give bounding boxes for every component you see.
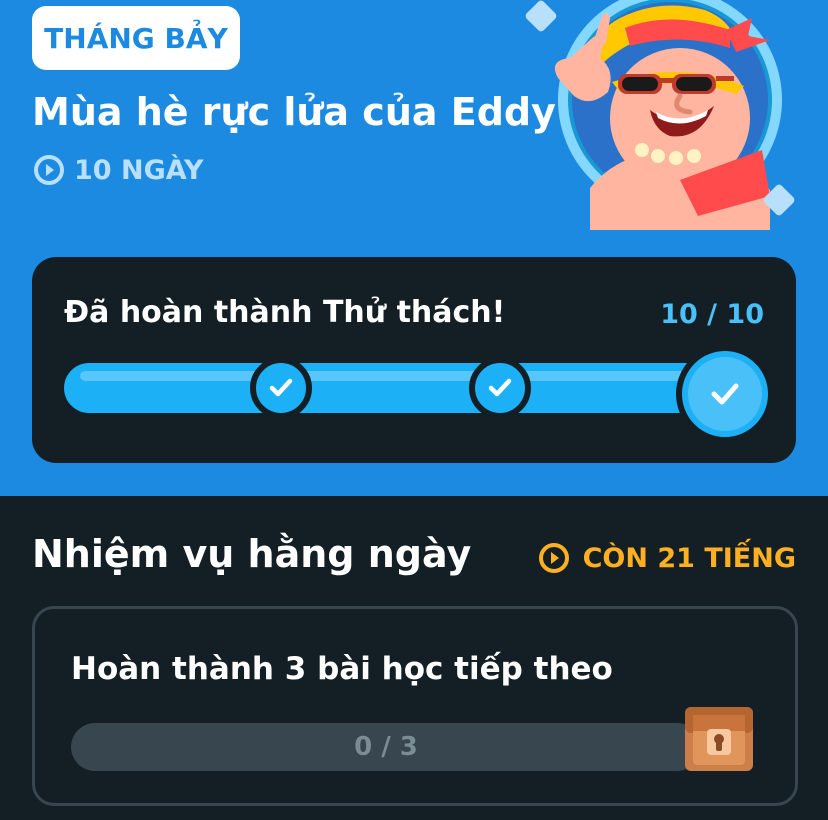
check-icon	[269, 378, 293, 397]
event-duration: 10 NGÀY	[32, 152, 204, 188]
progress-bar-highlight	[80, 371, 720, 381]
milestone-check-1	[250, 357, 312, 419]
clock-icon	[538, 543, 569, 573]
challenge-progress-card: Đã hoàn thành Thử thách! 10 / 10	[32, 257, 796, 463]
quest-progress-bar: 0 / 3	[71, 723, 701, 771]
challenge-progress-count: 10 / 10	[660, 299, 764, 330]
challenge-progress-bar	[64, 363, 744, 413]
milestone-check-final	[676, 345, 774, 443]
event-title: Mùa hè rực lửa của Eddy	[32, 90, 556, 134]
event-duration-label: 10 NGÀY	[74, 154, 204, 186]
quest-title: Hoàn thành 3 bài học tiếp theo	[71, 651, 613, 687]
milestone-check-2	[469, 357, 531, 419]
quest-progress-text: 0 / 3	[354, 732, 418, 762]
daily-quests-timer: CÒN 21 TIẾNG	[537, 538, 796, 578]
event-hero: THÁNG BẢY Mùa hè rực lửa của Eddy 10 NGÀ…	[0, 0, 828, 496]
check-icon	[488, 378, 512, 397]
month-badge: THÁNG BẢY	[32, 6, 240, 70]
daily-quests-title: Nhiệm vụ hằng ngày	[32, 532, 472, 576]
time-left-label: CÒN 21 TIẾNG	[582, 542, 796, 574]
quest-card[interactable]: Hoàn thành 3 bài học tiếp theo 0 / 3	[32, 606, 798, 806]
challenge-status: Đã hoàn thành Thử thách!	[64, 295, 506, 330]
daily-quests-header: Nhiệm vụ hằng ngày CÒN 21 TIẾNG	[32, 532, 796, 582]
clock-icon	[34, 155, 64, 185]
check-icon	[711, 383, 739, 405]
treasure-chest-icon[interactable]	[681, 703, 757, 775]
